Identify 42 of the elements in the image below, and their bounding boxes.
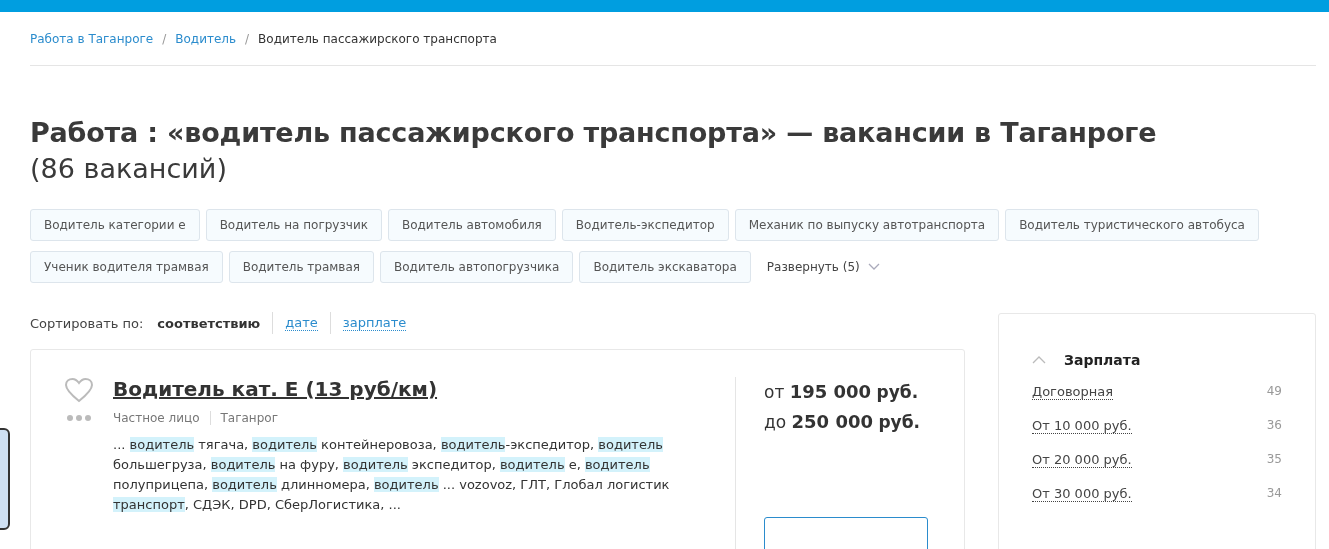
filter-count: 35 xyxy=(1266,452,1282,466)
breadcrumb-current: Водитель пассажирского транспорта xyxy=(258,31,497,46)
filter-option[interactable]: От 30 000 руб. xyxy=(1032,486,1132,502)
vacancy-snippet: ... водитель тягача, водитель контейнеровоза, водитель-экспедитор, водитель большегруза, водитель на фуру, водитель экспедитор, водитель е, водитель полуприцепа, водитель длинномера, водитель ... vozovoz, ГЛТ, Глобал логистик транспорт, СДЭК, DPD, СберЛогистика, ... xyxy=(113,436,671,514)
filter-title: Зарплата xyxy=(1064,352,1141,368)
filter-option[interactable]: Договорная xyxy=(1032,384,1114,400)
tag-chip[interactable]: Механик по выпуску автотранспорта xyxy=(734,209,1000,241)
tag-chip[interactable]: Водитель трамвая xyxy=(228,251,374,283)
filter-option[interactable]: От 10 000 руб. xyxy=(1032,418,1132,434)
tag-chip[interactable]: Водитель категории е xyxy=(30,209,200,241)
sort-option[interactable]: соответствию xyxy=(157,315,261,331)
filter-count: 36 xyxy=(1266,418,1282,432)
filter-count: 49 xyxy=(1266,384,1282,398)
breadcrumb-separator: / xyxy=(162,31,167,46)
employer-name: Частное лицо xyxy=(113,411,200,425)
sort-label: Сортировать по: xyxy=(30,315,144,331)
sort-option[interactable]: дате xyxy=(285,315,318,331)
tag-chip[interactable]: Водитель автопогрузчика xyxy=(380,251,574,283)
vacancy-title-link[interactable]: Водитель кат. Е (13 руб/км) xyxy=(113,377,438,401)
tag-chip[interactable]: Водитель-экспедитор xyxy=(561,209,729,241)
sort-option[interactable]: зарплате xyxy=(342,315,407,331)
filter-option[interactable]: От 20 000 руб. xyxy=(1032,452,1132,468)
expand-link[interactable]: Развернуть (5) xyxy=(756,260,880,274)
chevron-up-icon[interactable] xyxy=(1032,356,1046,364)
tag-chip[interactable]: Водитель на погрузчик xyxy=(205,209,382,241)
salary-text: до 250 000 руб. xyxy=(764,410,921,434)
breadcrumb-link[interactable]: Работа в Таганроге xyxy=(30,31,154,46)
chevron-down-icon xyxy=(867,263,880,271)
tag-chip[interactable]: Водитель автомобиля xyxy=(388,209,556,241)
filter-count: 34 xyxy=(1266,486,1282,500)
breadcrumb-link[interactable]: Водитель xyxy=(175,31,237,46)
tag-chip[interactable]: Водитель туристического автобуса xyxy=(1005,209,1259,241)
outlined-button[interactable] xyxy=(764,517,928,549)
tag-chip[interactable]: Водитель экскаватора xyxy=(579,251,751,283)
more-dots-icon[interactable] xyxy=(67,415,91,421)
vacancy-count: (86 вакансий) xyxy=(30,152,228,186)
page-title: Работа : «водитель пассажирского транспорта» — вакансии в Таганроге xyxy=(30,116,1158,150)
heart-icon[interactable] xyxy=(64,377,94,403)
salary-text: от 195 000 руб. xyxy=(764,380,920,404)
tag-chip[interactable]: Ученик водителя трамвая xyxy=(30,251,223,283)
breadcrumb-separator: / xyxy=(245,31,250,46)
vacancy-city: Таганрог xyxy=(209,411,278,425)
